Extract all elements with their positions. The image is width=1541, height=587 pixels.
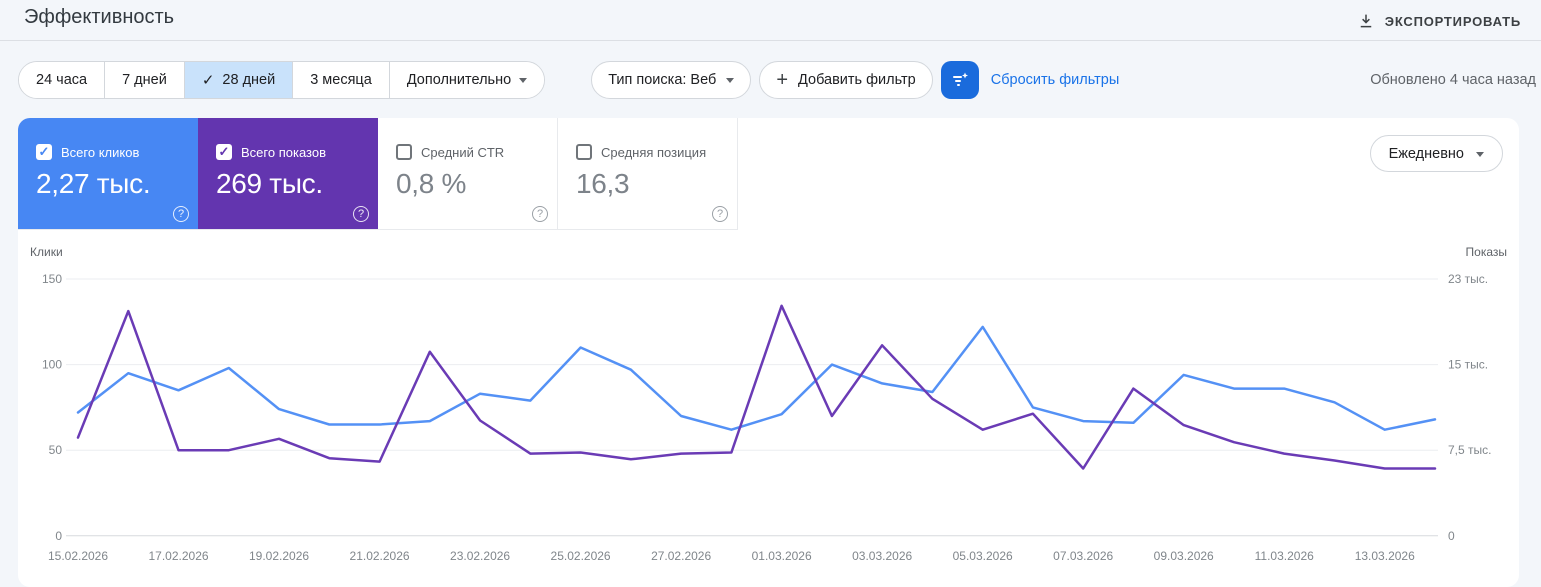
svg-text:23.02.2026: 23.02.2026 bbox=[450, 549, 510, 563]
svg-text:27.02.2026: 27.02.2026 bbox=[651, 549, 711, 563]
chart-area: 0 0 50 7,5 тыс. 100 15 тыс. 150 23 тыс. Клики Пок… bbox=[18, 230, 1519, 587]
svg-text:0: 0 bbox=[55, 529, 62, 543]
svg-text:23 тыс.: 23 тыс. bbox=[1448, 272, 1488, 286]
svg-text:Клики: Клики bbox=[30, 245, 63, 259]
export-button[interactable]: ЭКСПОРТИРОВАТЬ bbox=[1345, 6, 1533, 36]
chevron-down-icon bbox=[519, 78, 528, 83]
svg-text:19.02.2026: 19.02.2026 bbox=[249, 549, 309, 563]
svg-text:21.02.2026: 21.02.2026 bbox=[350, 549, 410, 563]
tab-3-months[interactable]: ✓3 месяца bbox=[292, 62, 389, 98]
metric-checkbox[interactable] bbox=[396, 144, 412, 160]
chevron-down-icon bbox=[1476, 151, 1484, 157]
svg-text:17.02.2026: 17.02.2026 bbox=[148, 549, 208, 563]
metric-card-average-position[interactable]: Средняя позиция 16,3 ? bbox=[558, 118, 738, 230]
metric-card-total-impressions[interactable]: ✓ Всего показов 269 тыс. ? bbox=[198, 118, 378, 230]
svg-text:100: 100 bbox=[42, 358, 62, 372]
metric-label: Средний CTR bbox=[421, 144, 505, 160]
header-divider bbox=[0, 40, 1541, 41]
metric-label: Всего кликов bbox=[61, 144, 140, 160]
chevron-down-icon bbox=[726, 78, 735, 83]
help-icon[interactable]: ? bbox=[173, 206, 189, 222]
metric-cards: ✓ Всего кликов 2,27 тыс. ? ✓ Всего показ… bbox=[18, 118, 738, 230]
metric-value: 2,27 тыс. bbox=[36, 168, 151, 199]
svg-text:50: 50 bbox=[49, 443, 63, 457]
tab-label: 7 дней bbox=[122, 72, 167, 88]
help-icon[interactable]: ? bbox=[532, 206, 548, 222]
date-range-tabs: ✓24 часа ✓7 дней ✓ 28 дней ✓3 месяца Допо… bbox=[18, 61, 546, 99]
svg-text:Показы: Показы bbox=[1466, 245, 1507, 259]
tab-label: 3 месяца bbox=[310, 72, 372, 88]
svg-text:15 тыс.: 15 тыс. bbox=[1448, 358, 1488, 372]
granularity-label: Ежедневно bbox=[1388, 145, 1464, 162]
svg-text:09.03.2026: 09.03.2026 bbox=[1154, 549, 1214, 563]
add-filter-button[interactable]: + Добавить фильтр bbox=[759, 61, 933, 99]
metric-label: Всего показов bbox=[241, 144, 326, 160]
svg-text:07.03.2026: 07.03.2026 bbox=[1053, 549, 1113, 563]
tab-label: 28 дней bbox=[222, 72, 276, 88]
svg-text:03.03.2026: 03.03.2026 bbox=[852, 549, 912, 563]
metric-card-average-ctr[interactable]: Средний CTR 0,8 % ? bbox=[378, 118, 558, 230]
svg-text:15.02.2026: 15.02.2026 bbox=[48, 549, 108, 563]
filter-settings-button[interactable] bbox=[940, 61, 979, 99]
metric-checkbox[interactable]: ✓ bbox=[36, 144, 52, 160]
tab-7-days[interactable]: ✓7 дней bbox=[104, 62, 184, 98]
granularity-dropdown[interactable]: Ежедневно bbox=[1369, 135, 1503, 172]
svg-text:13.03.2026: 13.03.2026 bbox=[1355, 549, 1415, 563]
tab-28-days[interactable]: ✓ 28 дней bbox=[183, 62, 293, 98]
add-filter-label: Добавить фильтр bbox=[798, 72, 916, 88]
svg-text:05.03.2026: 05.03.2026 bbox=[953, 549, 1013, 563]
performance-panel: ✓ Всего кликов 2,27 тыс. ? ✓ Всего показ… bbox=[18, 118, 1519, 587]
tab-more-dates[interactable]: Дополнительно bbox=[388, 62, 545, 98]
performance-chart[interactable]: 0 0 50 7,5 тыс. 100 15 тыс. 150 23 тыс. Клики Пок… bbox=[18, 230, 1519, 587]
performance-page: Эффективность ЭКСПОРТИРОВАТЬ ✓24 часа ✓7… bbox=[0, 0, 1541, 587]
filter-sparkle-icon bbox=[950, 70, 970, 90]
page-title: Эффективность bbox=[24, 6, 175, 28]
svg-text:7,5 тыс.: 7,5 тыс. bbox=[1448, 443, 1491, 457]
help-icon[interactable]: ? bbox=[712, 206, 728, 222]
metric-card-total-clicks[interactable]: ✓ Всего кликов 2,27 тыс. ? bbox=[18, 118, 198, 230]
checkmark-icon: ✓ bbox=[201, 72, 215, 89]
svg-text:11.03.2026: 11.03.2026 bbox=[1255, 549, 1314, 563]
filter-toolbar: ✓24 часа ✓7 дней ✓ 28 дней ✓3 месяца Допо… bbox=[18, 61, 1536, 99]
metric-value: 0,8 % bbox=[396, 168, 467, 199]
download-icon bbox=[1357, 12, 1375, 30]
export-label: ЭКСПОРТИРОВАТЬ bbox=[1384, 13, 1521, 29]
search-type-label: Тип поиска: Веб bbox=[608, 72, 717, 88]
search-type-dropdown[interactable]: Тип поиска: Веб bbox=[591, 61, 752, 99]
metric-label: Средняя позиция bbox=[601, 144, 707, 160]
metric-value: 16,3 bbox=[576, 168, 630, 199]
tab-label: Дополнительно bbox=[406, 72, 512, 88]
updated-status: Обновлено 4 часа назад bbox=[1370, 72, 1536, 88]
metric-checkbox[interactable]: ✓ bbox=[216, 144, 232, 160]
metric-checkbox[interactable] bbox=[576, 144, 592, 160]
reset-filters-link[interactable]: Сбросить фильтры bbox=[991, 72, 1120, 88]
tab-24-hours[interactable]: ✓24 часа bbox=[19, 62, 105, 98]
svg-text:150: 150 bbox=[42, 272, 62, 286]
svg-text:01.03.2026: 01.03.2026 bbox=[752, 549, 812, 563]
tab-label: 24 часа bbox=[36, 72, 88, 88]
svg-text:25.02.2026: 25.02.2026 bbox=[551, 549, 611, 563]
metric-value: 269 тыс. bbox=[216, 168, 323, 199]
help-icon[interactable]: ? bbox=[353, 206, 369, 222]
plus-icon: + bbox=[776, 69, 789, 91]
svg-text:0: 0 bbox=[1448, 529, 1455, 543]
